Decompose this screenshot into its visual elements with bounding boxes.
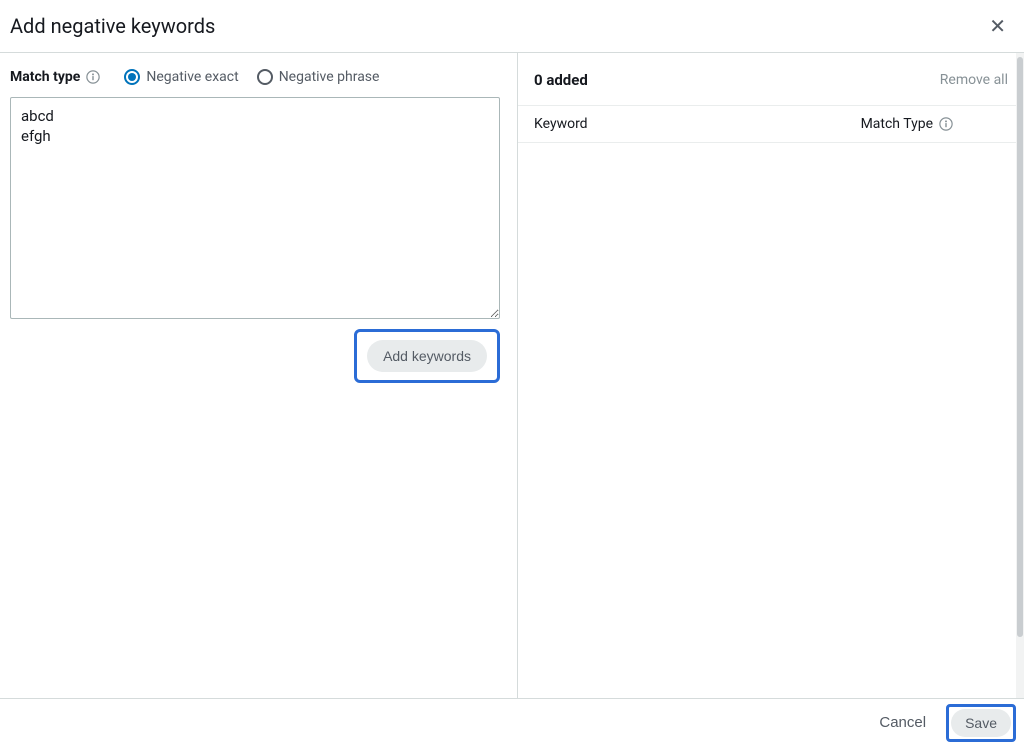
modal-title: Add negative keywords [10, 14, 215, 38]
save-button[interactable]: Save [951, 709, 1011, 737]
match-type-row: Match type Negative exact Negative phras… [10, 69, 507, 85]
match-type-text: Match type [10, 69, 80, 85]
radio-negative-exact[interactable]: Negative exact [124, 69, 238, 85]
match-type-options: Negative exact Negative phrase [124, 69, 379, 85]
added-header: 0 added Remove all [518, 53, 1024, 105]
remove-all-button[interactable]: Remove all [940, 72, 1008, 88]
radio-icon [124, 69, 140, 85]
close-icon[interactable]: ✕ [985, 12, 1010, 40]
highlight-add-keywords: Add keywords [354, 329, 500, 383]
col-keyword: Keyword [534, 116, 588, 132]
added-count: 0 added [534, 71, 588, 89]
highlight-save: Save [946, 704, 1016, 742]
add-keywords-button[interactable]: Add keywords [367, 340, 487, 372]
info-icon[interactable] [86, 70, 100, 84]
added-table-header: Keyword Match Type [518, 105, 1024, 143]
col-match-type: Match Type [861, 116, 1008, 132]
match-type-label: Match type [10, 69, 100, 85]
radio-label: Negative exact [146, 69, 238, 85]
modal-body: Match type Negative exact Negative phras… [0, 53, 1024, 703]
modal-header: Add negative keywords ✕ [0, 0, 1024, 53]
info-icon[interactable] [939, 117, 953, 131]
radio-icon [257, 69, 273, 85]
keywords-textarea[interactable] [10, 97, 500, 319]
cancel-button[interactable]: Cancel [869, 708, 936, 737]
right-pane: 0 added Remove all Keyword Match Type [517, 53, 1024, 703]
add-keywords-wrap: Add keywords [10, 329, 500, 383]
col-match-type-text: Match Type [861, 116, 933, 132]
left-pane: Match type Negative exact Negative phras… [0, 53, 517, 703]
scrollbar[interactable] [1016, 53, 1024, 703]
radio-label: Negative phrase [279, 69, 380, 85]
radio-negative-phrase[interactable]: Negative phrase [257, 69, 380, 85]
modal-footer: Cancel Save [0, 698, 1024, 746]
